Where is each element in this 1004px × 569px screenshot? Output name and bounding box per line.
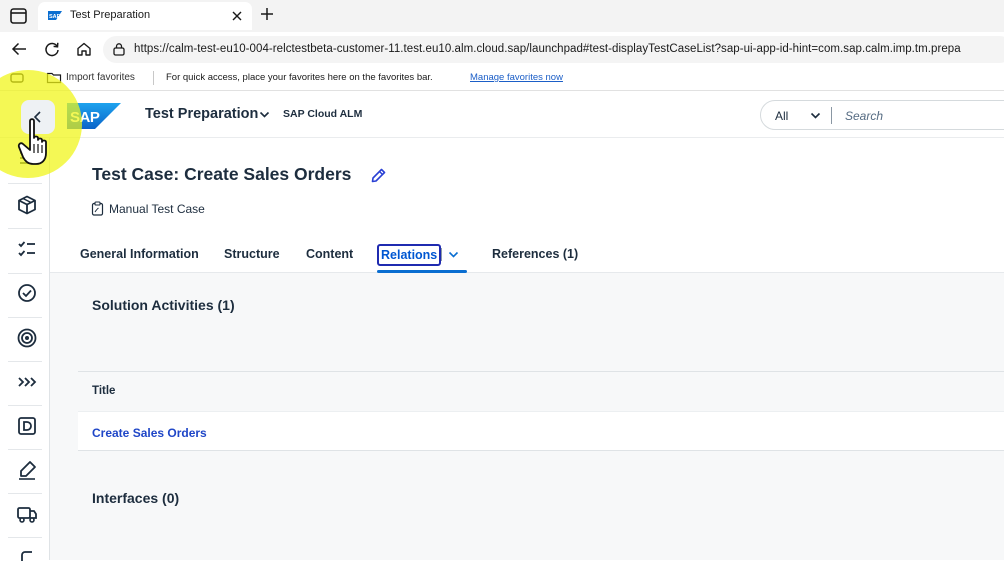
tab-divider [441, 248, 442, 261]
target-icon[interactable] [16, 327, 38, 349]
url-text: https://calm-test-eu10-004-relctestbeta-… [134, 43, 961, 55]
tab-actions-icon[interactable] [8, 6, 30, 26]
section-title-solution-activities: Solution Activities (1) [92, 297, 235, 313]
address-bar[interactable]: https://calm-test-eu10-004-relctestbeta-… [103, 36, 1004, 63]
side-separator [8, 228, 42, 229]
side-separator [8, 493, 42, 494]
search-divider [831, 107, 832, 124]
signature-icon[interactable] [16, 459, 38, 481]
app-title[interactable]: Test Preparation [145, 106, 258, 122]
favorites-bar: Import favorites For quick access, place… [0, 66, 1004, 91]
chevron-down-icon[interactable] [448, 251, 459, 259]
side-separator [8, 317, 42, 318]
browser-tab-strip: SAP Test Preparation [0, 0, 1004, 32]
import-favorites-link[interactable]: Import favorites [66, 72, 135, 83]
object-tab-bar: General Information Structure Content Re… [50, 235, 1004, 273]
checklist-icon[interactable] [16, 238, 38, 260]
box-icon[interactable] [16, 194, 38, 216]
favorites-divider [153, 71, 154, 85]
tab-structure[interactable]: Structure [224, 247, 280, 261]
home-icon[interactable] [76, 41, 92, 57]
chevron-down-icon[interactable] [810, 112, 821, 120]
site-info-icon[interactable] [112, 42, 126, 56]
display-icon[interactable] [16, 415, 38, 437]
table-header: Title [78, 372, 1004, 412]
back-arrow-icon[interactable] [11, 41, 27, 57]
new-tab-icon[interactable] [259, 6, 275, 22]
search-scope-select[interactable]: All [775, 109, 788, 123]
side-separator [8, 449, 42, 450]
side-separator [8, 273, 42, 274]
side-navigation [0, 138, 50, 561]
product-name: SAP Cloud ALM [283, 108, 363, 120]
tab-relations[interactable]: Relations [377, 244, 442, 266]
browser-tab-title: Test Preparation [70, 9, 151, 21]
side-separator [8, 183, 42, 184]
browser-toolbar: https://calm-test-eu10-004-relctestbeta-… [0, 32, 1004, 66]
sap-favicon-icon: SAP [48, 11, 62, 20]
tab-general-information[interactable]: General Information [80, 247, 199, 261]
favorites-hint: For quick access, place your favorites h… [166, 72, 433, 83]
side-separator [8, 537, 42, 538]
more-icon[interactable] [16, 547, 38, 569]
edit-pencil-icon[interactable] [371, 168, 386, 183]
search-input[interactable]: Search [845, 109, 883, 123]
tab-references[interactable]: References (1) [492, 247, 578, 261]
svg-text:SAP: SAP [49, 14, 61, 20]
object-type-label: Manual Test Case [109, 202, 205, 216]
manage-favorites-link[interactable]: Manage favorites now [470, 72, 563, 83]
side-separator [8, 361, 42, 362]
tab-content[interactable]: Content [306, 247, 353, 261]
table-row-link[interactable]: Create Sales Orders [92, 426, 207, 440]
page-title: Test Case: Create Sales Orders [92, 164, 352, 184]
close-tab-icon[interactable] [231, 10, 243, 22]
chevron-down-icon[interactable] [259, 111, 270, 119]
clipboard-icon [91, 201, 104, 216]
shipping-icon[interactable] [16, 503, 38, 525]
refresh-icon[interactable] [44, 41, 60, 57]
shell-bar: SAP Test Preparation SAP Cloud ALM All S… [0, 91, 1004, 138]
column-header-title[interactable]: Title [92, 385, 115, 397]
verified-icon[interactable] [16, 282, 38, 304]
chevrons-right-icon[interactable] [16, 371, 38, 393]
solution-activities-table: Title Create Sales Orders [78, 371, 1004, 451]
hand-pointer-icon [17, 118, 47, 165]
side-separator [8, 405, 42, 406]
search-field[interactable]: All Search [760, 100, 1004, 130]
section-title-interfaces: Interfaces (0) [92, 490, 180, 506]
browser-tab-active[interactable]: SAP Test Preparation [38, 2, 252, 30]
